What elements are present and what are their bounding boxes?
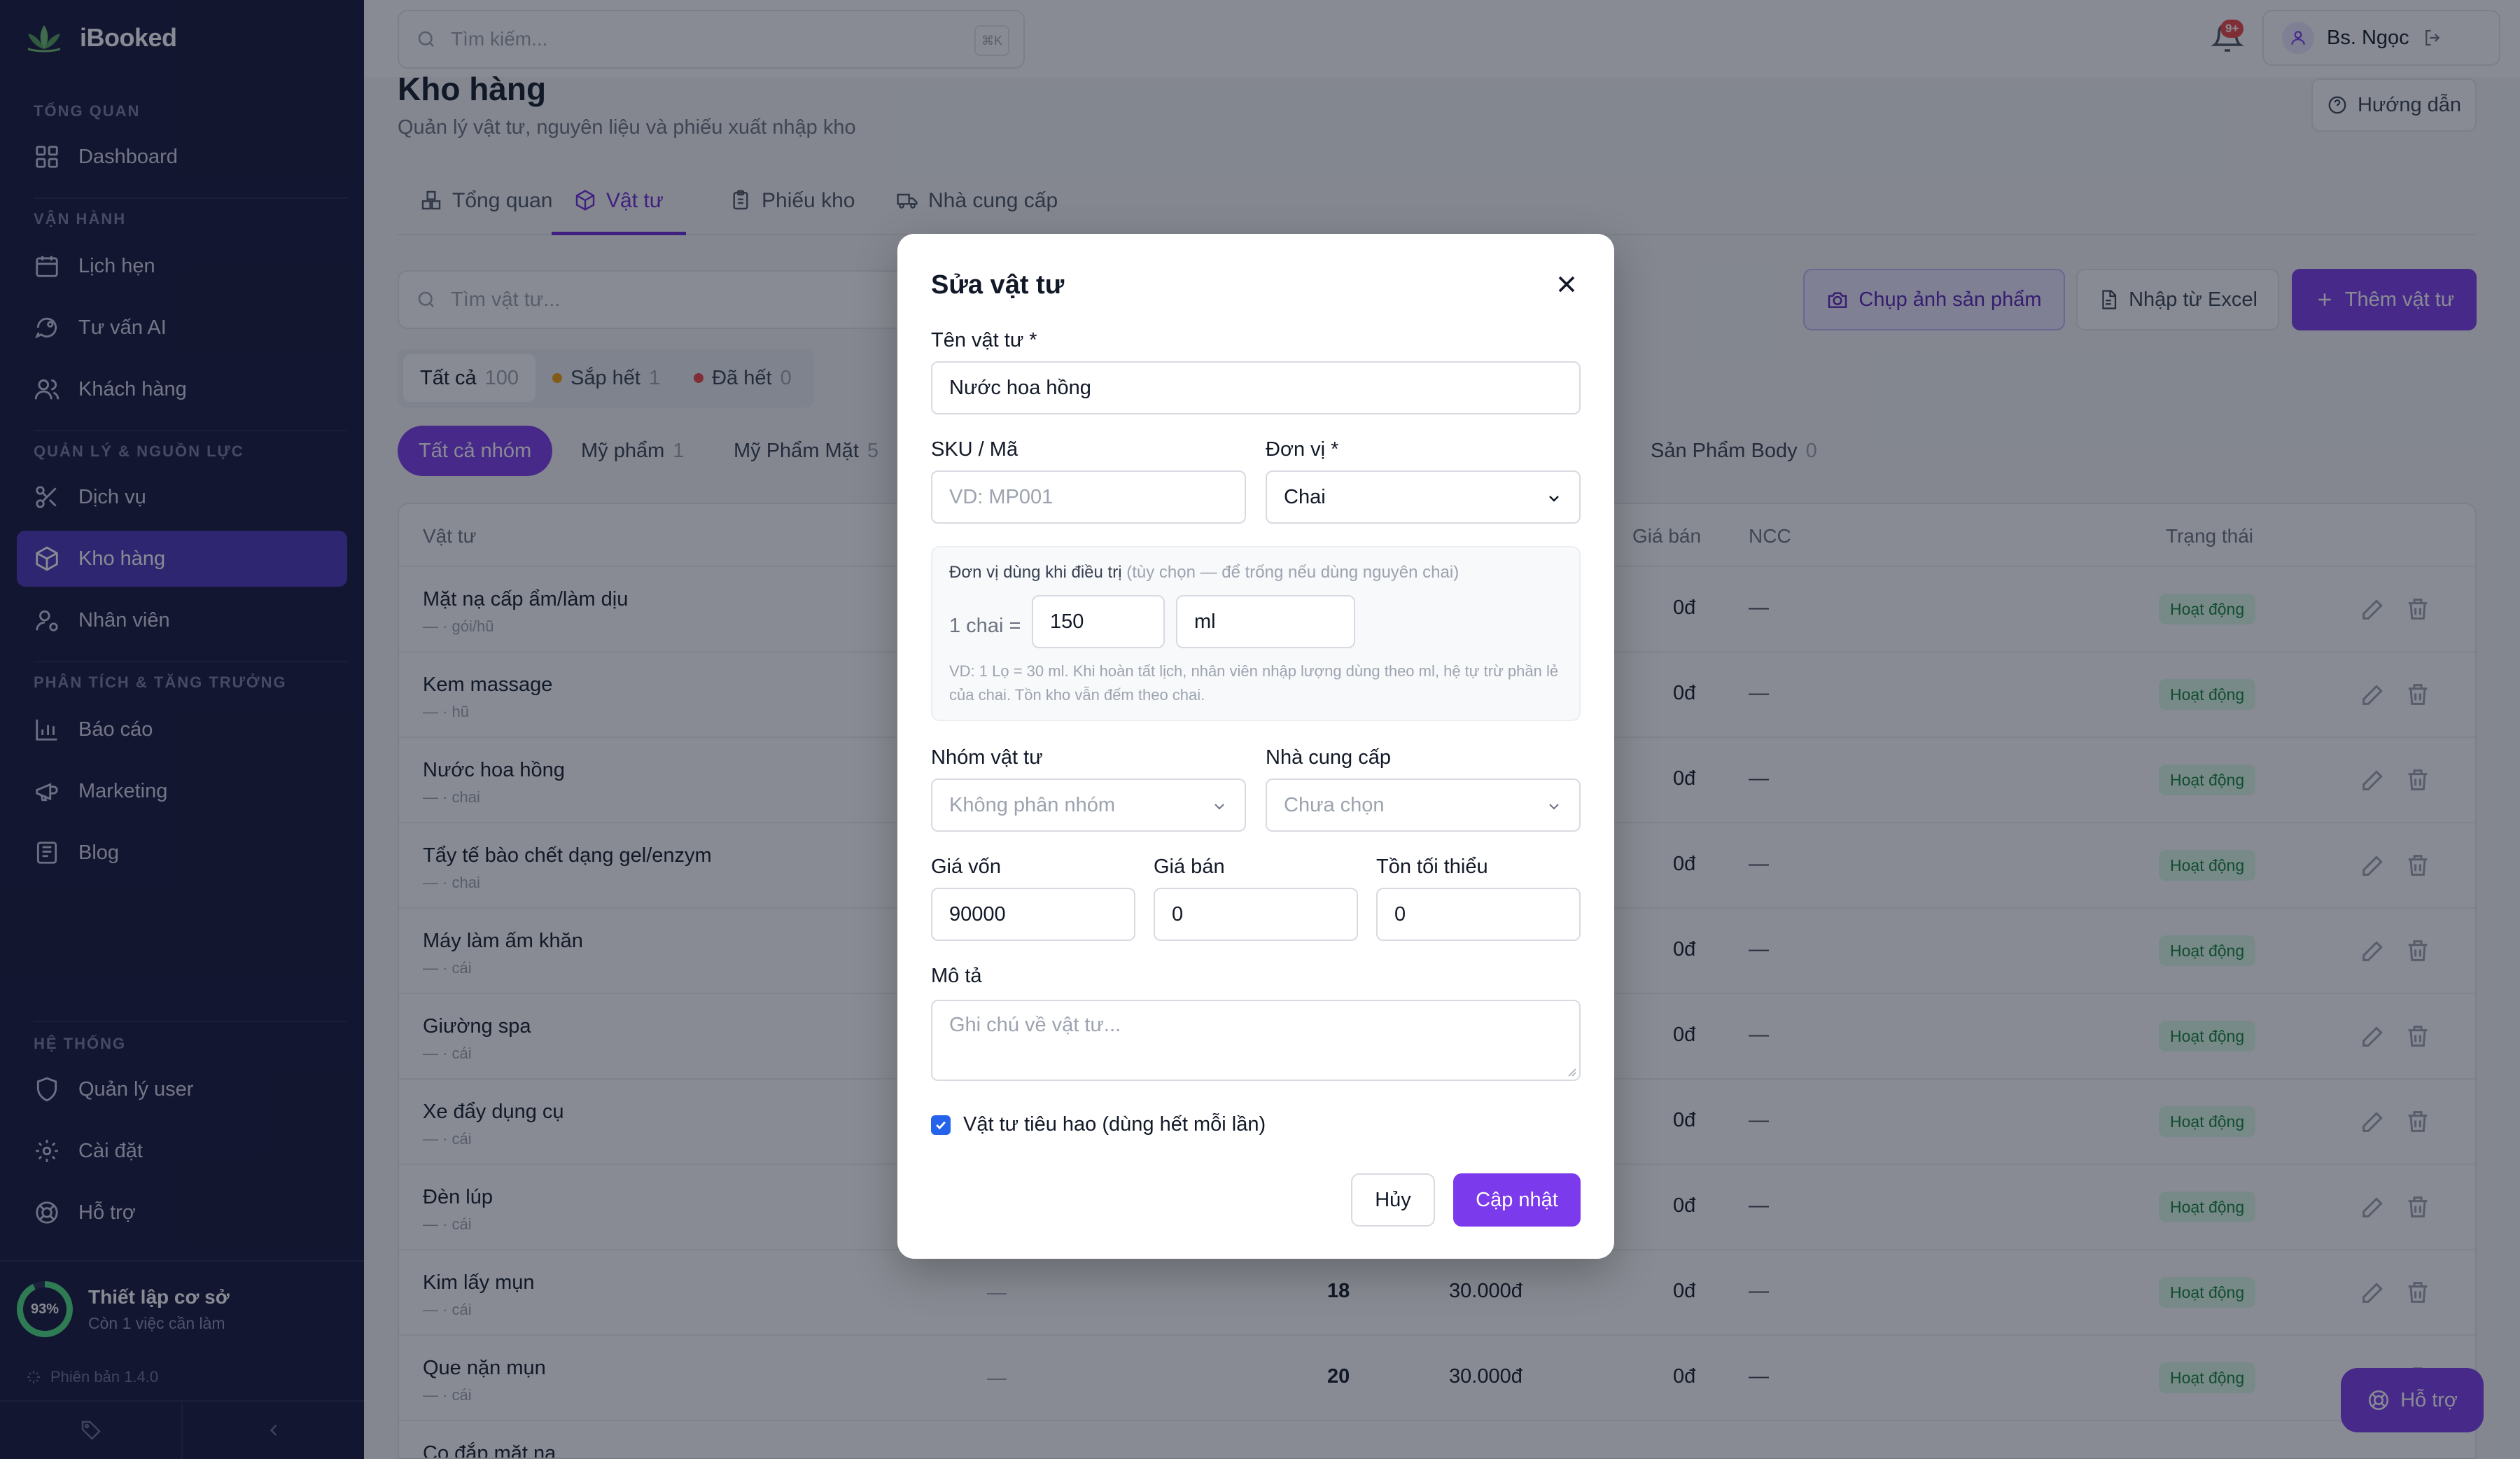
usage-unit-panel: Đơn vị dùng khi điều trị (tùy chọn — để … [931, 546, 1581, 721]
cost-label: Giá vốn [931, 856, 1001, 878]
unit-value: Chai [1284, 485, 1326, 508]
group-value: Không phân nhóm [949, 793, 1116, 816]
usage-hint: (tùy chọn — để trống nếu dùng nguyên cha… [1126, 563, 1460, 582]
price-field[interactable]: 0 [1154, 888, 1358, 941]
usage-qty-field[interactable]: 150 [1032, 595, 1165, 648]
supplier-value: Chưa chọn [1284, 793, 1385, 816]
sku-field[interactable]: VD: MP001 [931, 470, 1246, 524]
supplier-select[interactable]: Chưa chọn [1266, 779, 1581, 832]
usage-title-text: Đơn vị dùng khi điều trị [949, 563, 1122, 582]
description-placeholder: Ghi chú về vật tư... [949, 1014, 1121, 1036]
price-label: Giá bán [1154, 856, 1225, 878]
unit-select[interactable]: Chai [1266, 470, 1581, 524]
min-stock-field[interactable]: 0 [1376, 888, 1581, 941]
chevron-down-icon [1549, 496, 1559, 502]
consumable-checkbox[interactable] [931, 1115, 951, 1135]
consumable-checkbox-row[interactable]: Vật tư tiêu hao (dùng hết mỗi lần) [931, 1113, 1266, 1136]
consumable-label: Vật tư tiêu hao (dùng hết mỗi lần) [963, 1113, 1266, 1136]
chevron-down-icon [1214, 804, 1224, 810]
description-field[interactable]: Ghi chú về vật tư... [931, 1000, 1581, 1081]
chevron-down-icon [1549, 804, 1559, 810]
usage-unit-field[interactable]: ml [1176, 595, 1355, 648]
usage-note: VD: 1 Lọ = 30 ml. Khi hoàn tất lịch, nhâ… [949, 662, 1559, 704]
check-icon [936, 1121, 946, 1129]
cost-field[interactable]: 90000 [931, 888, 1135, 941]
name-field[interactable]: Nước hoa hồng [931, 361, 1581, 414]
usage-equation: 1 chai = [949, 615, 1021, 637]
close-icon[interactable] [1553, 270, 1581, 298]
resize-grip-icon[interactable] [1565, 1066, 1576, 1077]
edit-item-dialog: Sửa vật tư Tên vật tư * Nước hoa hồng SK… [897, 234, 1614, 1259]
description-label: Mô tả [931, 965, 982, 987]
usage-title: Đơn vị dùng khi điều trị (tùy chọn — để … [949, 563, 1459, 582]
group-label: Nhóm vật tư [931, 746, 1043, 769]
update-button[interactable]: Cập nhật [1453, 1173, 1581, 1227]
supplier-label: Nhà cung cấp [1266, 746, 1391, 769]
dialog-title: Sửa vật tư [931, 270, 1065, 300]
group-select[interactable]: Không phân nhóm [931, 779, 1246, 832]
unit-label: Đơn vị * [1266, 438, 1339, 461]
min-stock-label: Tồn tối thiểu [1376, 856, 1488, 878]
sku-label: SKU / Mã [931, 438, 1018, 461]
cancel-button[interactable]: Hủy [1351, 1173, 1435, 1227]
name-label: Tên vật tư * [931, 329, 1037, 351]
